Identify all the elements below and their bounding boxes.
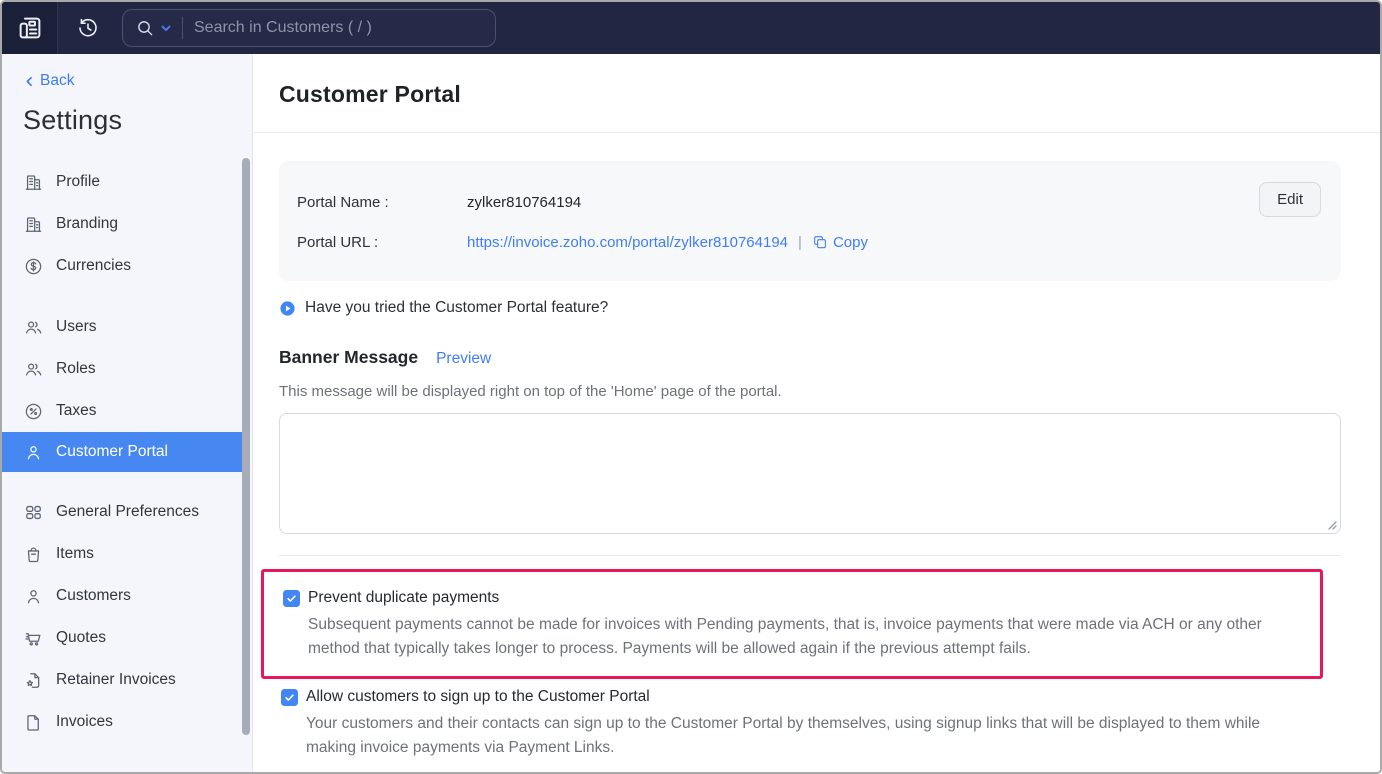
- edit-button[interactable]: Edit: [1259, 182, 1321, 217]
- title-divider: [253, 132, 1380, 133]
- search-input[interactable]: [194, 19, 485, 37]
- bag-icon: [27, 547, 40, 562]
- sidebar-item-branding[interactable]: Branding: [2, 203, 243, 245]
- sidebar-item-label: Items: [56, 545, 94, 562]
- portal-name-row: Portal Name : zylker810764194: [297, 191, 1319, 213]
- portal-name-label: Portal Name :: [297, 193, 389, 211]
- portal-url-label: Portal URL :: [297, 233, 379, 251]
- global-search-bar[interactable]: [122, 9, 496, 47]
- sidebar-item-label: Roles: [56, 360, 96, 377]
- preview-link[interactable]: Preview: [436, 350, 491, 368]
- option-label[interactable]: Allow customers to sign up to the Custom…: [306, 688, 650, 706]
- allow-signup-checkbox[interactable]: [281, 688, 298, 706]
- sidebar-item-label: General Preferences: [56, 503, 200, 520]
- section-divider: [279, 555, 1341, 556]
- back-label: Back: [40, 72, 75, 89]
- sidebar-item-label: Taxes: [56, 402, 97, 419]
- portal-url-link[interactable]: https://invoice.zoho.com/portal/zylker81…: [467, 234, 788, 251]
- sidebar-item-label: Quotes: [56, 629, 106, 646]
- building-icon: [25, 174, 42, 190]
- option-label[interactable]: Prevent duplicate payments: [308, 589, 499, 607]
- person-icon: [27, 589, 40, 603]
- sidebar-item-label: Profile: [56, 173, 100, 190]
- copy-icon: [814, 236, 826, 249]
- grid-icon: [26, 505, 41, 519]
- recent-history-button[interactable]: [71, 11, 105, 45]
- history-clock-icon: [79, 18, 97, 37]
- signup-option-block: Allow customers to sign up to the Custom…: [281, 688, 1341, 760]
- separator: |: [798, 233, 802, 251]
- banner-message-textarea[interactable]: [279, 413, 1341, 534]
- banner-message-field-wrap: [279, 413, 1341, 534]
- percent-circle-icon: [25, 403, 42, 419]
- sidebar-item-profile[interactable]: Profile: [2, 161, 243, 203]
- portal-info-panel: Portal Name : zylker810764194 Portal URL…: [279, 161, 1341, 281]
- check-icon: [287, 594, 296, 602]
- app-logo-button[interactable]: [2, 2, 58, 54]
- copy-url-button[interactable]: Copy: [812, 234, 868, 251]
- option-description: Your customers and their contacts can si…: [306, 715, 1261, 756]
- sidebar-item-label: Currencies: [56, 257, 131, 274]
- sidebar-item-customer-portal[interactable]: Customer Portal: [2, 432, 243, 472]
- users-icon: [26, 362, 42, 376]
- search-icon: [135, 18, 155, 38]
- sidebar-item-general-preferences[interactable]: General Preferences: [2, 491, 243, 533]
- back-link[interactable]: Back: [23, 72, 252, 90]
- sidebar-item-label: Invoices: [56, 713, 113, 730]
- search-divider: [182, 17, 183, 39]
- sidebar-item-invoices[interactable]: Invoices: [2, 701, 243, 743]
- sidebar-item-label: Customers: [56, 587, 131, 604]
- portal-name-value: zylker810764194: [467, 193, 582, 211]
- sidebar-item-roles[interactable]: Roles: [2, 348, 243, 390]
- sidebar-item-items[interactable]: Items: [2, 533, 243, 575]
- building-icon: [25, 216, 42, 232]
- banner-message-title: Banner Message: [279, 347, 419, 367]
- cart-icon: [25, 632, 41, 646]
- option-description: Subsequent payments cannot be made for i…: [308, 616, 1262, 657]
- sidebar-item-label: Retainer Invoices: [56, 671, 176, 688]
- copy-label: Copy: [832, 233, 868, 251]
- portal-options: Prevent duplicate payments Subsequent pa…: [261, 569, 1341, 760]
- sidebar-item-retainer-invoices[interactable]: Retainer Invoices: [2, 659, 243, 701]
- app-window: Back Settings Profile Branding Currencie…: [0, 0, 1382, 774]
- check-icon: [285, 693, 294, 701]
- feature-question-text: Have you tried the Customer Portal featu…: [305, 299, 609, 316]
- banner-message-description: This message will be displayed right on …: [279, 383, 782, 400]
- highlight-annotation-box: Prevent duplicate payments Subsequent pa…: [261, 569, 1323, 679]
- sidebar-item-users[interactable]: Users: [2, 306, 243, 348]
- page-title: Customer Portal: [279, 81, 461, 107]
- sidebar-item-label: Users: [56, 318, 97, 335]
- portal-url-row: Portal URL : https://invoice.zoho.com/po…: [297, 231, 1319, 253]
- document-icon: [27, 714, 39, 731]
- banner-message-header: Banner Message Preview: [279, 347, 1341, 368]
- feature-question-link[interactable]: Have you tried the Customer Portal featu…: [279, 299, 1341, 317]
- invoice-logo-icon: [19, 17, 40, 39]
- users-icon: [26, 320, 42, 334]
- sidebar-item-taxes[interactable]: Taxes: [2, 390, 243, 432]
- sidebar-item-customers[interactable]: Customers: [2, 575, 243, 617]
- sidebar-item-currencies[interactable]: Currencies: [2, 245, 243, 287]
- prevent-duplicate-payments-checkbox[interactable]: [283, 589, 300, 607]
- sidebar-menu: Profile Branding Currencies Users Roles: [2, 161, 252, 743]
- document-star-icon: [26, 672, 40, 688]
- play-circle-icon: [280, 300, 295, 316]
- chevron-left-icon: [26, 76, 32, 86]
- sidebar-title: Settings: [23, 105, 123, 135]
- sidebar-item-label: Customer Portal: [56, 443, 168, 460]
- dollar-circle-icon: [25, 258, 42, 274]
- top-navbar: [2, 2, 1380, 54]
- sidebar-item-quotes[interactable]: Quotes: [2, 617, 243, 659]
- sidebar-scrollbar[interactable]: [242, 158, 250, 735]
- settings-sidebar: Back Settings Profile Branding Currencie…: [2, 54, 253, 772]
- search-scope-chevron-down-icon[interactable]: [155, 21, 173, 35]
- sidebar-item-label: Branding: [56, 215, 119, 232]
- main-content: Customer Portal Portal Name : zylker8107…: [253, 54, 1380, 772]
- person-icon: [27, 445, 40, 459]
